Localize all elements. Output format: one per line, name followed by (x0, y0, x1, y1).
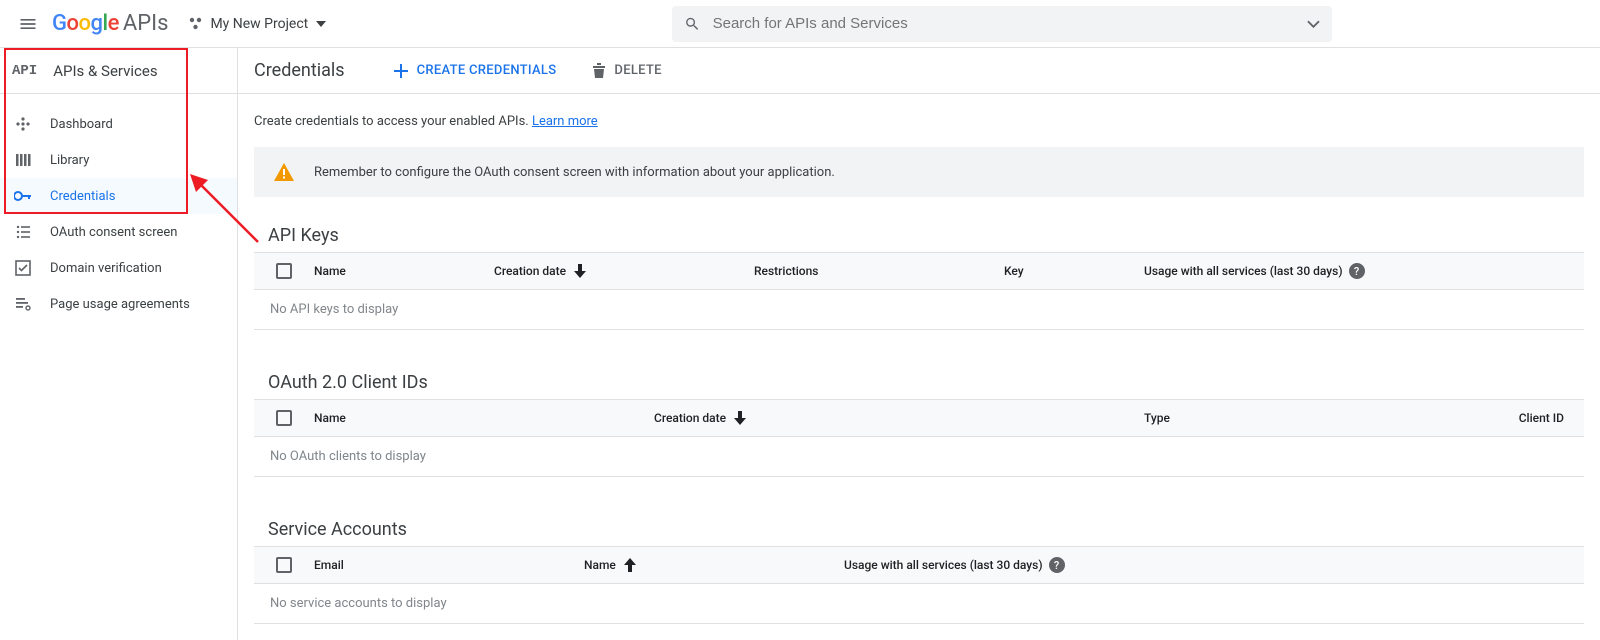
search-input[interactable] (713, 15, 1299, 32)
key-icon (12, 191, 34, 201)
project-name: My New Project (210, 16, 308, 32)
apis-logo-text: APIs (123, 11, 169, 36)
section-title-service-accounts: Service Accounts (268, 519, 1584, 540)
google-logo-text: Google (52, 11, 119, 36)
google-apis-logo: Google APIs (52, 11, 168, 36)
content-header: Credentials CREATE CREDENTIALS DELETE (238, 48, 1600, 94)
sidebar-item-label: Domain verification (50, 261, 162, 276)
col-usage[interactable]: Usage with all services (last 30 days) ? (1144, 263, 1365, 279)
col-name[interactable]: Name (314, 264, 494, 278)
library-icon (12, 152, 34, 168)
section-title-api-keys: API Keys (268, 225, 1584, 246)
api-keys-table: Name Creation date Restrictions Key Usag… (254, 252, 1584, 330)
col-type[interactable]: Type (1144, 411, 1464, 425)
chevron-down-icon[interactable] (1307, 20, 1320, 28)
alert-text: Remember to configure the OAuth consent … (314, 165, 835, 180)
select-all-checkbox[interactable] (254, 557, 314, 573)
select-all-checkbox[interactable] (254, 263, 314, 279)
sidebar-item-credentials[interactable]: Credentials (0, 178, 237, 214)
agreements-icon (12, 296, 34, 312)
caret-down-icon (316, 21, 326, 27)
table-header: Name Creation date Restrictions Key Usag… (254, 252, 1584, 290)
desc-text: Create credentials to access your enable… (254, 114, 532, 129)
sort-asc-icon (624, 558, 636, 572)
sidebar: API APIs & Services Dashboard Library (0, 48, 238, 640)
main-content: Credentials CREATE CREDENTIALS DELETE Cr… (238, 48, 1600, 640)
table-header: Email Name Usage with all services (last… (254, 546, 1584, 584)
alert-banner: Remember to configure the OAuth consent … (254, 147, 1584, 197)
sidebar-item-label: Dashboard (50, 117, 113, 132)
project-icon (188, 16, 204, 32)
sidebar-header: API APIs & Services (0, 48, 237, 94)
page-title: Credentials (254, 60, 385, 81)
create-label: CREATE CREDENTIALS (417, 63, 557, 78)
sidebar-item-label: Page usage agreements (50, 297, 190, 312)
learn-more-link[interactable]: Learn more (532, 114, 598, 129)
table-header: Name Creation date Type Client ID (254, 399, 1584, 437)
api-glyph-icon: API (12, 63, 37, 79)
col-email[interactable]: Email (314, 558, 584, 572)
dashboard-icon (12, 116, 34, 132)
delete-button[interactable]: DELETE (584, 53, 669, 89)
col-key[interactable]: Key (1004, 264, 1144, 278)
col-name[interactable]: Name (584, 558, 844, 572)
consent-icon (12, 224, 34, 240)
domain-icon (12, 260, 34, 276)
description-line: Create credentials to access your enable… (254, 114, 1584, 129)
empty-row: No service accounts to display (254, 584, 1584, 624)
search-icon (684, 15, 701, 33)
sidebar-item-label: OAuth consent screen (50, 225, 177, 240)
sidebar-item-oauth-consent[interactable]: OAuth consent screen (0, 214, 237, 250)
help-icon[interactable]: ? (1049, 557, 1065, 573)
sidebar-item-page-usage-agreements[interactable]: Page usage agreements (0, 286, 237, 322)
select-all-checkbox[interactable] (254, 410, 314, 426)
search-bar[interactable] (672, 6, 1332, 42)
col-restrictions[interactable]: Restrictions (754, 264, 1004, 278)
top-bar: Google APIs My New Project (0, 0, 1600, 48)
col-name[interactable]: Name (314, 411, 654, 425)
service-accounts-table: Email Name Usage with all services (last… (254, 546, 1584, 624)
sidebar-item-library[interactable]: Library (0, 142, 237, 178)
empty-row: No API keys to display (254, 290, 1584, 330)
sidebar-item-label: Credentials (50, 189, 115, 204)
sort-desc-icon (734, 411, 746, 425)
col-client-id[interactable]: Client ID (1464, 411, 1584, 425)
col-creation[interactable]: Creation date (654, 411, 1144, 425)
col-creation[interactable]: Creation date (494, 264, 754, 278)
sort-desc-icon (574, 264, 586, 278)
empty-row: No OAuth clients to display (254, 437, 1584, 477)
section-title-oauth: OAuth 2.0 Client IDs (268, 372, 1584, 393)
create-credentials-button[interactable]: CREATE CREDENTIALS (385, 53, 565, 89)
sidebar-title: APIs & Services (53, 62, 157, 80)
help-icon[interactable]: ? (1349, 263, 1365, 279)
trash-icon (592, 63, 606, 79)
hamburger-menu-icon[interactable] (8, 4, 48, 44)
col-usage[interactable]: Usage with all services (last 30 days) ? (844, 557, 1065, 573)
delete-label: DELETE (614, 63, 661, 78)
oauth-table: Name Creation date Type Client ID No OAu… (254, 399, 1584, 477)
sidebar-item-dashboard[interactable]: Dashboard (0, 106, 237, 142)
sidebar-item-domain-verification[interactable]: Domain verification (0, 250, 237, 286)
warning-icon (274, 163, 294, 181)
plus-icon (393, 63, 409, 79)
project-picker[interactable]: My New Project (188, 16, 326, 32)
sidebar-item-label: Library (50, 153, 89, 168)
